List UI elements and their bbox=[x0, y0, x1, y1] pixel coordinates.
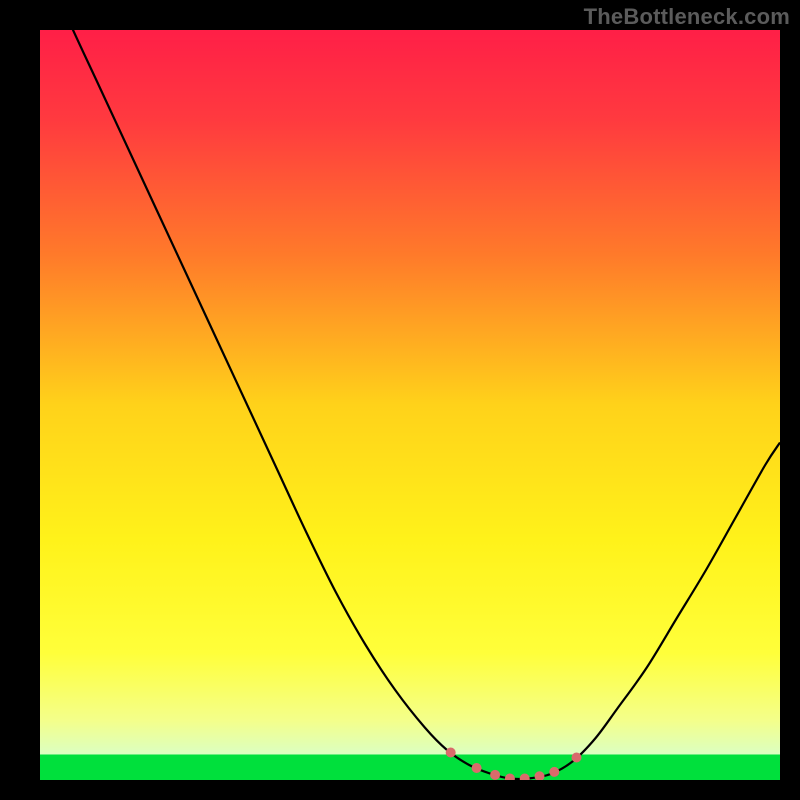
curve-marker bbox=[490, 770, 500, 780]
watermark-text: TheBottleneck.com bbox=[584, 4, 790, 30]
bottleneck-chart bbox=[0, 0, 800, 800]
curve-marker bbox=[549, 767, 559, 777]
gradient-background bbox=[40, 30, 780, 780]
curve-marker bbox=[472, 763, 482, 773]
curve-marker bbox=[505, 774, 515, 784]
chart-frame: TheBottleneck.com bbox=[0, 0, 800, 800]
curve-marker bbox=[520, 774, 530, 784]
curve-marker bbox=[572, 753, 582, 763]
curve-marker bbox=[446, 748, 456, 758]
optimal-band bbox=[40, 755, 780, 781]
curve-marker bbox=[535, 771, 545, 781]
